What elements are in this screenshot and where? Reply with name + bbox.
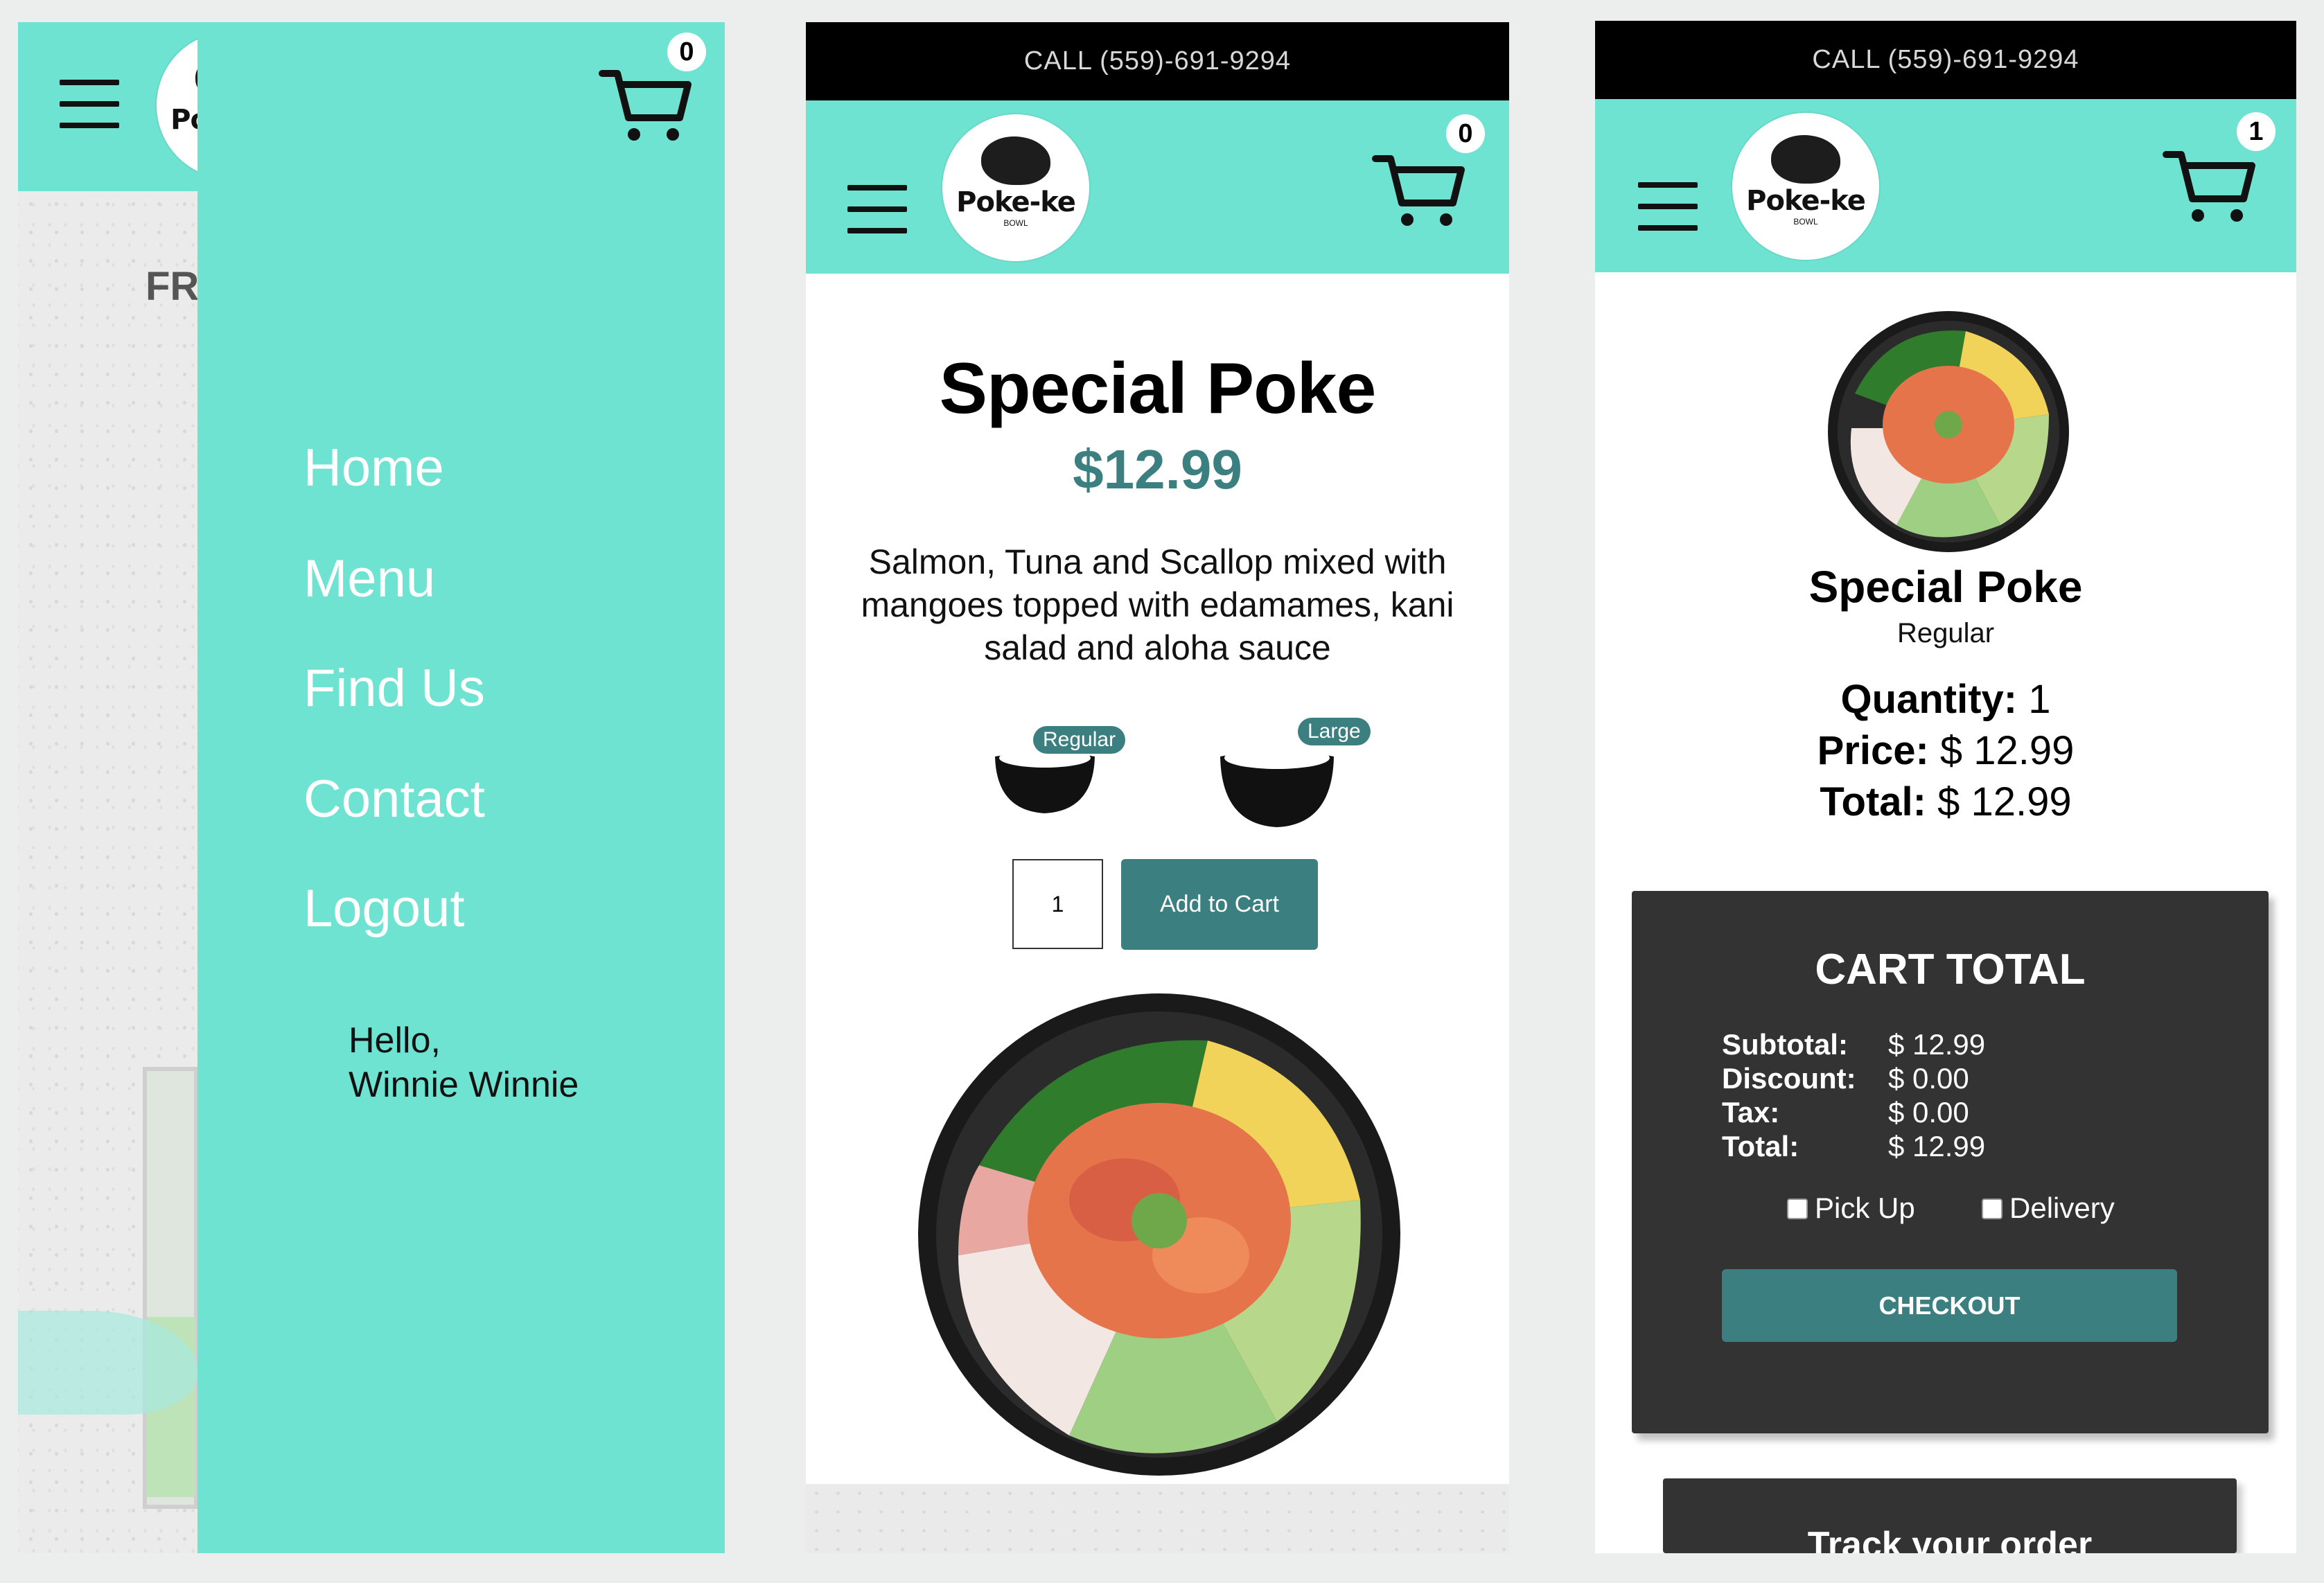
add-to-cart-button[interactable]: Add to Cart — [1121, 859, 1318, 950]
cart-item-quantity: Quantity: 1 — [1840, 677, 2051, 722]
track-order-title: Track your order — [1807, 1525, 2093, 1553]
top-header: Poke-ke BOWL 1 — [1595, 99, 2296, 272]
cart-total-box: CART TOTAL Subtotal: $ 12.99 Discount: $ 0… — [1632, 891, 2269, 1433]
cart-count-badge: 0 — [667, 33, 706, 71]
nav-link-contact[interactable]: Contact — [303, 769, 485, 829]
menu-icon[interactable] — [847, 185, 907, 233]
subtotal-row: Subtotal: $ 12.99 — [1722, 1028, 1986, 1061]
nav-link-logout[interactable]: Logout — [303, 878, 464, 939]
brand-logo[interactable]: Poke-ke BOWL — [942, 114, 1089, 261]
screen-cart: CALL (559)-691-9294 Poke-ke BOWL 1 Speci… — [1595, 21, 2296, 1553]
product-image — [917, 992, 1402, 1477]
cart-count-badge: 1 — [2237, 112, 2275, 151]
delivery-checkbox[interactable]: Delivery — [1982, 1192, 2115, 1225]
quantity-input[interactable]: 1 — [1012, 859, 1103, 949]
menu-icon[interactable] — [1638, 182, 1698, 231]
cart-count-badge: 0 — [1446, 114, 1485, 153]
product-price: $12.99 — [1073, 439, 1242, 500]
cart-item-size: Regular — [1896, 618, 1995, 648]
track-order-box[interactable]: Track your order — [1663, 1478, 2237, 1553]
page-background — [806, 1484, 1509, 1553]
nav-link-home[interactable]: Home — [303, 438, 444, 498]
cart-item-price: Price: $ 12.99 — [1817, 728, 2075, 773]
call-bar[interactable]: CALL (559)-691-9294 — [1595, 21, 2296, 99]
product-title: Special Poke — [939, 348, 1377, 429]
size-label-large: Large — [1298, 718, 1371, 745]
top-header: Poke-ke BOWL 0 — [806, 100, 1509, 274]
nav-link-menu[interactable]: Menu — [303, 549, 435, 609]
checkbox-icon[interactable] — [1982, 1199, 2002, 1219]
cart-icon[interactable] — [598, 60, 695, 143]
screen-nav-drawer: FR Poke-ke BOWL 0 Home Menu Find Us Cont… — [18, 22, 725, 1553]
map-fragment — [143, 1067, 198, 1509]
product-description: Salmon, Tuna and Scallop mixed with mang… — [861, 542, 1454, 667]
checkout-button[interactable]: CHECKOUT — [1722, 1269, 2177, 1342]
cart-icon[interactable] — [1371, 145, 1468, 228]
call-bar[interactable]: CALL (559)-691-9294 — [806, 22, 1509, 100]
user-greeting: Hello, Winnie Winnie — [349, 1020, 579, 1105]
nav-link-find-us[interactable]: Find Us — [303, 658, 485, 718]
cart-item-image — [1827, 310, 2070, 553]
checkbox-icon[interactable] — [1787, 1199, 1808, 1219]
brand-logo[interactable]: Poke-ke BOWL — [1732, 113, 1879, 260]
background-heading-fragment: FR — [146, 264, 200, 309]
tax-row: Tax: $ 0.00 — [1722, 1096, 1969, 1129]
cart-item-total: Total: $ 12.99 — [1820, 779, 2072, 824]
cart-item-name: Special Poke — [1808, 562, 2083, 612]
size-label-regular: Regular — [1033, 726, 1126, 754]
cart-icon[interactable] — [2162, 141, 2259, 224]
menu-icon[interactable] — [60, 80, 119, 128]
discount-row: Discount: $ 0.00 — [1722, 1062, 1969, 1095]
pickup-checkbox[interactable]: Pick Up — [1787, 1192, 1915, 1225]
cart-total-title: CART TOTAL — [1815, 946, 2086, 993]
screen-product-detail: CALL (559)-691-9294 Poke-ke BOWL 0 Speci… — [806, 22, 1509, 1553]
total-row: Total: $ 12.99 — [1722, 1130, 1986, 1162]
